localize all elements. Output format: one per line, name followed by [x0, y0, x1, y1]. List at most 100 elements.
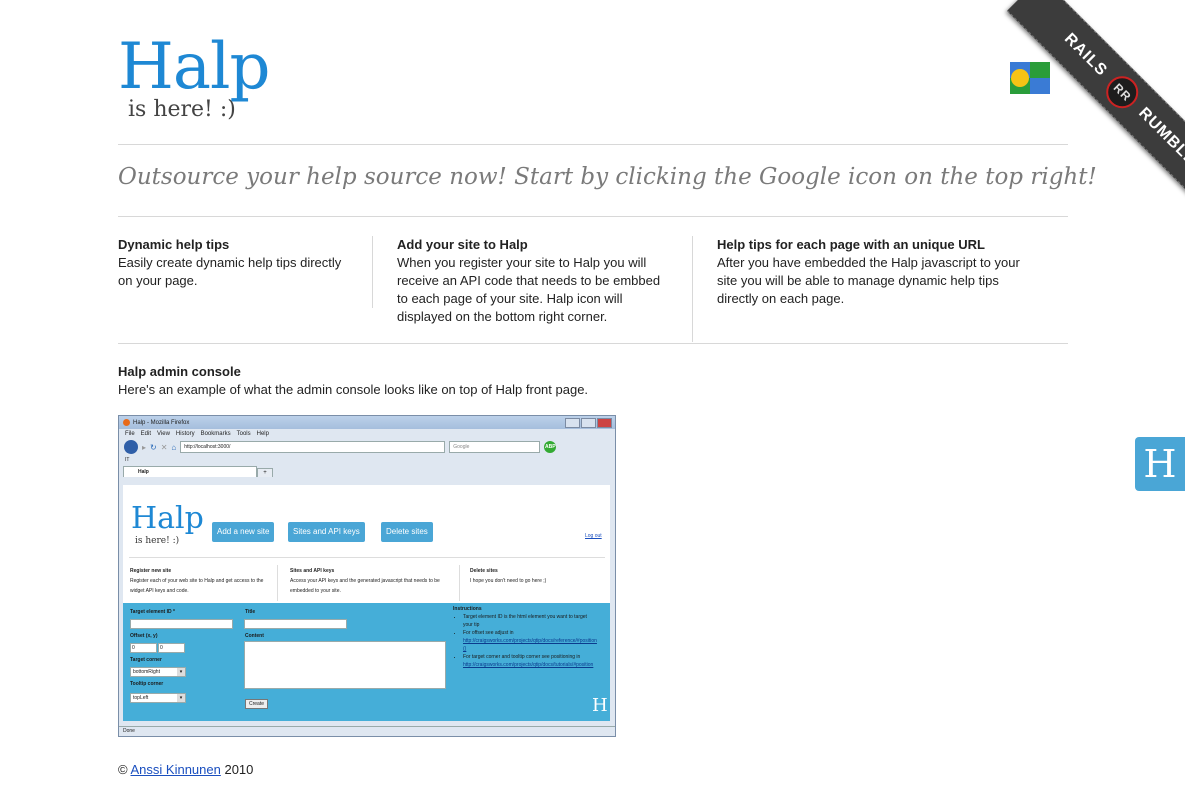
mini-title-input: [244, 619, 347, 629]
mini-label: Title: [245, 609, 256, 615]
page-tagline: Outsource your help source now! Start by…: [118, 164, 1097, 190]
mini-add-site-button: Add a new site: [212, 522, 275, 542]
mini-label: Target corner: [130, 657, 162, 663]
divider: [277, 565, 278, 601]
feature-unique-url: Help tips for each page with an unique U…: [717, 236, 1037, 308]
footer-year: 2010: [224, 762, 254, 777]
mini-create-button: Create: [245, 699, 269, 709]
feature-body: When you register your site to Halp you …: [397, 255, 661, 324]
feature-title: Help tips for each page with an unique U…: [717, 237, 985, 252]
ff-statusbar: Done: [119, 726, 615, 736]
mini-col-body: I hope you don't need to go here ;): [470, 578, 547, 584]
author-link[interactable]: Anssi Kinnunen: [131, 762, 221, 777]
mini-content-textarea: [244, 641, 446, 689]
mini-col-register: Register new site Register each of your …: [130, 566, 265, 596]
ff-navbar: ▸ ↻ ✕ ⌂ http://localhost:3000/ Google AB…: [119, 439, 615, 455]
ff-menu-item: File: [125, 431, 135, 437]
divider: [118, 216, 1068, 217]
mini-offset-x: 0: [130, 643, 157, 653]
mini-corner-select: bottomRight: [130, 667, 186, 677]
mini-sites-keys-button: Sites and API keys: [288, 522, 365, 542]
stop-icon: ✕: [160, 442, 168, 452]
mini-label: Tooltip corner: [130, 681, 164, 687]
divider: [129, 557, 605, 558]
ribbon-left-label: RAILS: [1060, 30, 1111, 80]
mini-col-keys: Sites and API keys Access your API keys …: [290, 566, 460, 596]
feature-add-site: Add your site to Halp When you register …: [397, 236, 672, 326]
mini-delete-sites-button: Delete sites: [381, 522, 433, 542]
feature-body: Easily create dynamic help tips directly…: [118, 255, 342, 288]
rails-rumble-ribbon[interactable]: RAILS RR RUMBLE: [960, 0, 1185, 225]
admin-console-section: Halp admin console Here's an example of …: [118, 363, 588, 399]
halp-logo[interactable]: Halp: [118, 30, 270, 104]
feature-title: Add your site to Halp: [397, 237, 528, 252]
forward-icon: ▸: [142, 442, 147, 452]
mini-col-body: Register each of your web site to Halp a…: [130, 578, 264, 594]
ribbon-right-label: RUMBLE: [1135, 104, 1185, 170]
mini-logo: Halp: [131, 501, 204, 536]
ff-window-buttons: [565, 418, 612, 428]
mini-col-title: Delete sites: [470, 568, 498, 574]
back-icon: [124, 440, 138, 454]
footer: © Anssi Kinnunen 2010: [118, 762, 253, 777]
divider: [692, 236, 693, 342]
close-icon: [597, 418, 612, 428]
feature-dynamic-tips: Dynamic help tips Easily create dynamic …: [118, 236, 353, 290]
mini-label: Content: [245, 633, 264, 639]
ff-menu-item: Help: [256, 431, 269, 437]
feature-body: After you have embedded the Halp javascr…: [717, 255, 1020, 306]
mini-logo-sub: is here! :): [135, 536, 180, 546]
mini-help-icon: H: [592, 695, 608, 716]
bookmark-item: IT: [125, 457, 130, 463]
mini-tooltip-select: topLeft: [130, 693, 186, 703]
ff-tab: Halp: [123, 466, 257, 477]
ff-bookmarks-bar: IT: [119, 455, 615, 465]
ff-search-bar: Google: [449, 441, 541, 453]
halp-help-tab-icon[interactable]: H: [1135, 437, 1185, 491]
home-icon: ⌂: [171, 442, 177, 452]
ff-titlebar: Halp - Mozilla Firefox: [119, 416, 615, 429]
mini-instruction-item: For offset see adjust in http://craigswo…: [463, 629, 597, 653]
mini-label: Offset (x, y): [130, 633, 158, 639]
divider: [118, 144, 1068, 145]
admin-console-screenshot: Halp - Mozilla Firefox File Edit View Hi…: [118, 415, 616, 737]
ff-tabbar: Halp +: [119, 465, 615, 477]
halp-tagline-logo: is here! :): [128, 97, 236, 122]
ff-menu-item: Bookmarks: [200, 431, 231, 437]
mini-instruction-link: http://craigsworks.com/projects/qtip/doc…: [463, 638, 597, 652]
mini-instruction-item: For target corner and tooltip corner see…: [463, 653, 595, 669]
mini-instructions-title: Instructions: [453, 606, 482, 612]
mini-col-title: Register new site: [130, 568, 172, 574]
divider: [459, 565, 460, 601]
ff-menu-item: Edit: [140, 431, 152, 437]
copyright-symbol: ©: [118, 762, 128, 777]
adblock-icon: ABP: [544, 441, 557, 453]
mini-instructions: Instructions Target element ID is the ht…: [453, 605, 597, 669]
ff-window-title: Halp - Mozilla Firefox: [133, 419, 190, 426]
divider: [118, 343, 1068, 344]
mini-instruction-item: Target element ID is the html element yo…: [463, 613, 595, 629]
admin-description: Here's an example of what the admin cons…: [118, 382, 589, 397]
mini-instruction-link: http://craigsworks.com/projects/qtip/doc…: [463, 662, 594, 668]
rails-rumble-badge-icon: RR: [1099, 69, 1146, 116]
new-tab-icon: +: [257, 468, 273, 477]
ff-menu-item: History: [175, 431, 195, 437]
mini-col-body: Access your API keys and the generated j…: [290, 578, 440, 594]
mini-admin-panel: Target element ID * Offset (x, y) 0 0 Ta…: [123, 603, 610, 721]
mini-logout-link: Log out: [585, 533, 602, 539]
ff-menu-item: View: [157, 431, 170, 437]
divider: [372, 236, 373, 308]
maximize-icon: [581, 418, 596, 428]
mini-label: Target element ID *: [130, 609, 175, 615]
admin-title: Halp admin console: [118, 364, 241, 379]
reload-icon: ↻: [150, 442, 157, 452]
feature-title: Dynamic help tips: [118, 237, 230, 252]
ff-menubar: File Edit View History Bookmarks Tools H…: [119, 429, 615, 439]
mini-col-title: Sites and API keys: [290, 568, 335, 574]
mini-col-delete: Delete sites I hope you don't need to go…: [470, 566, 600, 586]
ff-url-bar: http://localhost:3000/: [180, 441, 446, 453]
mini-target-input: [130, 619, 233, 629]
mini-offset-y: 0: [158, 643, 185, 653]
minimize-icon: [565, 418, 580, 428]
ff-page-content: Halp is here! :) Add a new site Sites an…: [123, 485, 610, 721]
